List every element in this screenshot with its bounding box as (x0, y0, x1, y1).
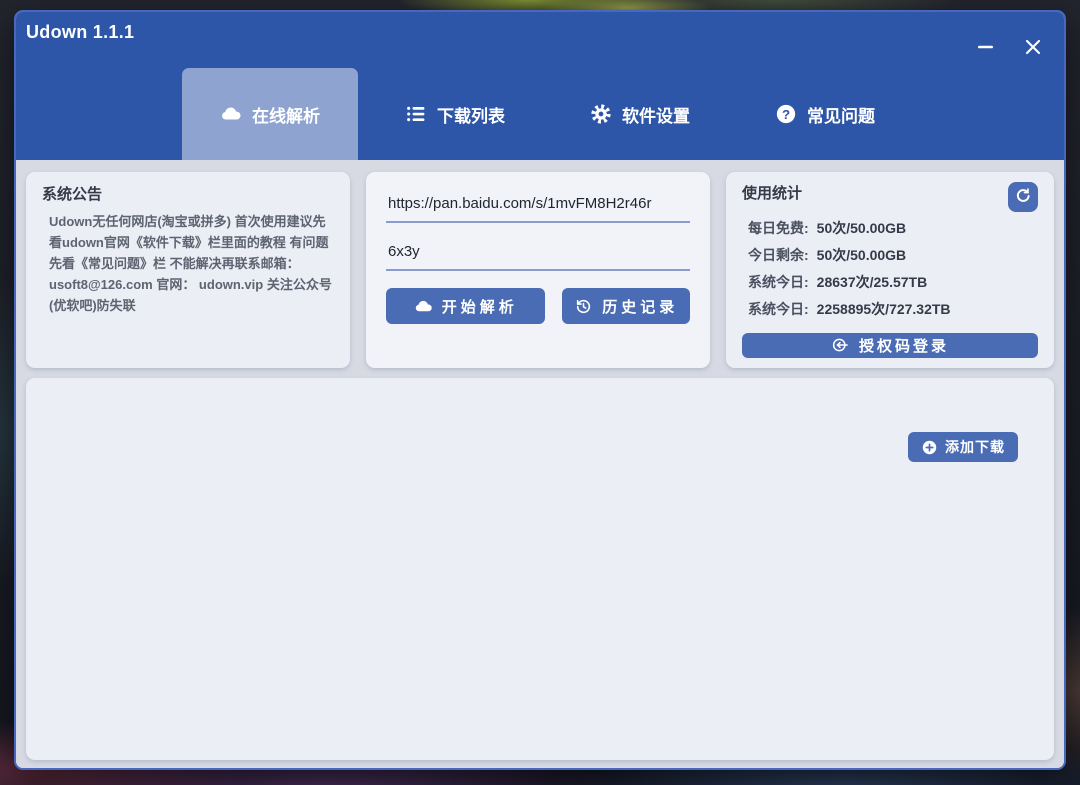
add-download-label: 添加下载 (945, 439, 1005, 455)
minimize-icon (977, 45, 993, 49)
window-controls (974, 36, 1044, 58)
start-parse-button[interactable]: 开始解析 (386, 288, 546, 324)
tab-label: 软件设置 (622, 106, 690, 126)
tab-download-list[interactable]: 下载列表 (367, 68, 543, 160)
plus-circle-icon (921, 439, 938, 456)
stat-label: 系统今日: (748, 300, 809, 317)
stat-label: 系统今日: (748, 273, 809, 290)
question-icon: ? (775, 103, 797, 125)
parse-panel: 开始解析 历史记录 (366, 172, 710, 368)
app-window: Udown 1.1.1 在线解析 下载列表 软件设置 ? 常见问题 系统公告 U… (14, 10, 1066, 770)
refresh-icon (1014, 187, 1032, 208)
top-row: 系统公告 Udown无任何网店(淘宝或拼多) 首次使用建议先看udown官网《软… (26, 172, 1054, 368)
stat-value: 50次/50.00GB (816, 219, 907, 236)
cloud-icon (220, 103, 242, 125)
close-button[interactable] (1022, 36, 1044, 58)
tab-label: 下载列表 (437, 106, 505, 126)
cloud-icon (414, 297, 433, 316)
add-download-button[interactable]: 添加下载 (908, 432, 1018, 462)
list-icon (405, 103, 427, 125)
minimize-button[interactable] (974, 36, 996, 58)
stats-header: 使用统计 (742, 182, 1038, 212)
close-icon (1025, 39, 1041, 55)
stats-title: 使用统计 (742, 185, 803, 202)
tab-faq[interactable]: ? 常见问题 (737, 68, 913, 160)
history-button[interactable]: 历史记录 (562, 288, 690, 324)
tab-bar: 在线解析 下载列表 软件设置 ? 常见问题 (182, 68, 913, 160)
stat-value: 50次/50.00GB (816, 246, 907, 263)
app-title: Udown 1.1.1 (26, 22, 135, 42)
history-label: 历史记录 (602, 298, 679, 316)
refresh-stats-button[interactable] (1008, 182, 1038, 212)
tab-label: 在线解析 (252, 106, 320, 126)
stat-value: 28637次/25.57TB (816, 273, 928, 290)
start-parse-label: 开始解析 (441, 298, 518, 316)
stat-label: 每日免费: (748, 219, 809, 236)
auth-code-login-label: 授权码登录 (858, 338, 949, 355)
auth-code-login-button[interactable]: 授权码登录 (742, 333, 1038, 358)
stat-row-system-today-count: 系统今日: 28637次/25.57TB (748, 268, 1038, 295)
announcement-panel: 系统公告 Udown无任何网店(淘宝或拼多) 首次使用建议先看udown官网《软… (26, 172, 350, 368)
stat-row-today-remaining: 今日剩余: 50次/50.00GB (748, 241, 1038, 268)
stats-panel: 使用统计 每日免费: 50次/50.00GB 今日剩余: 50次/50.00GB… (726, 172, 1054, 368)
history-icon (574, 297, 593, 316)
svg-text:?: ? (782, 107, 790, 122)
extract-code-input[interactable] (386, 234, 690, 271)
parse-buttons: 开始解析 历史记录 (386, 288, 690, 324)
main-content: 系统公告 Udown无任何网店(淘宝或拼多) 首次使用建议先看udown官网《软… (16, 160, 1064, 768)
titlebar: Udown 1.1.1 在线解析 下载列表 软件设置 ? 常见问题 (16, 12, 1064, 160)
stat-row-system-today-total: 系统今日: 2258895次/727.32TB (748, 295, 1038, 322)
stat-row-daily-free: 每日免费: 50次/50.00GB (748, 214, 1038, 241)
announcement-title: 系统公告 (42, 186, 103, 203)
gear-icon (590, 103, 612, 125)
tab-settings[interactable]: 软件设置 (552, 68, 728, 160)
stat-rows: 每日免费: 50次/50.00GB 今日剩余: 50次/50.00GB 系统今日… (748, 214, 1038, 322)
tab-online-parse[interactable]: 在线解析 (182, 68, 358, 160)
announcement-body: Udown无任何网店(淘宝或拼多) 首次使用建议先看udown官网《软件下载》栏… (49, 214, 332, 314)
download-list-panel: 添加下载 (26, 378, 1054, 760)
stat-label: 今日剩余: (748, 246, 809, 263)
tab-label: 常见问题 (807, 106, 875, 126)
share-url-input[interactable] (386, 186, 690, 223)
login-icon (831, 336, 850, 355)
stat-value: 2258895次/727.32TB (816, 300, 951, 317)
